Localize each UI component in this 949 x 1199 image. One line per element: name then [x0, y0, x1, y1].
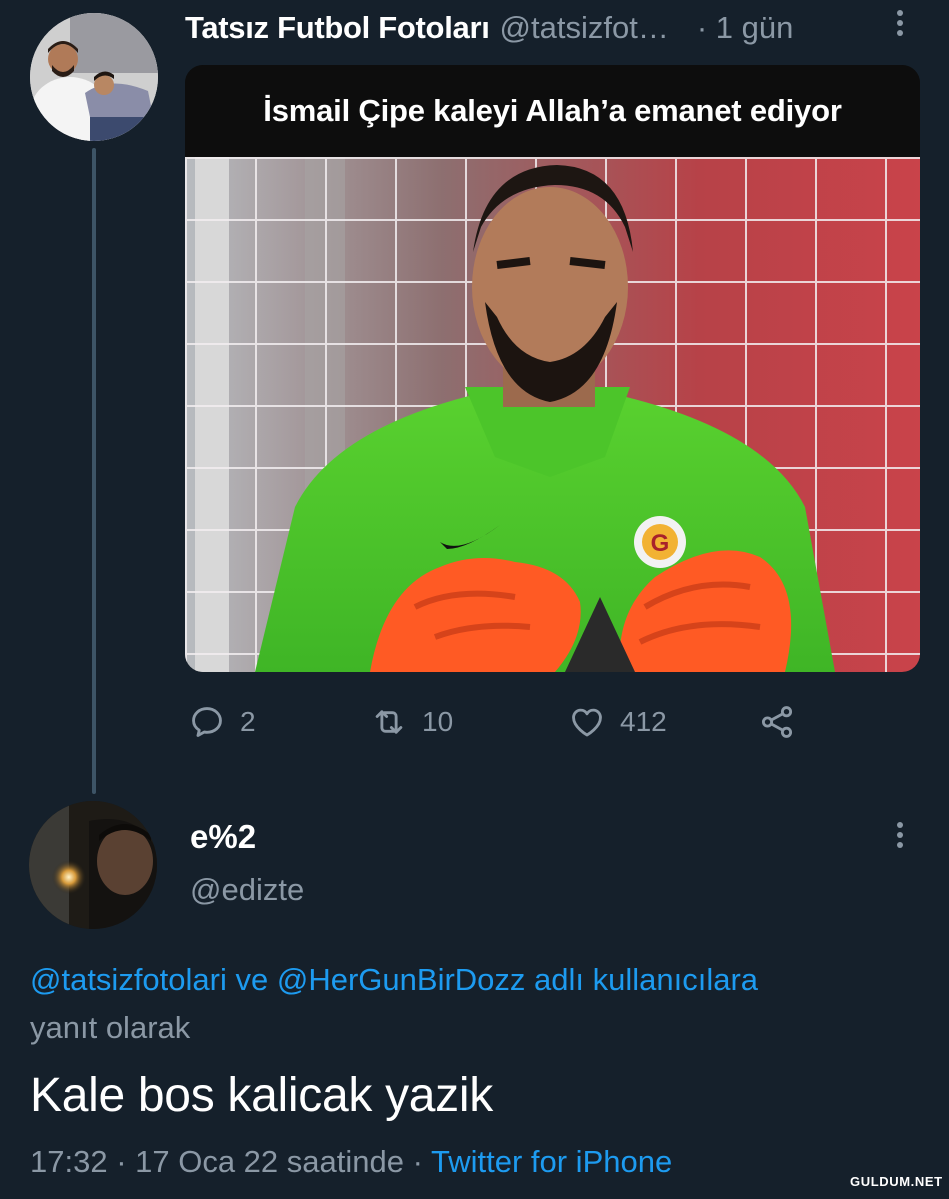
reply-count: 2: [240, 706, 256, 737]
reply-author-avatar[interactable]: [29, 801, 157, 929]
share-button[interactable]: [758, 700, 810, 744]
tweet-source[interactable]: Twitter for iPhone: [431, 1144, 672, 1179]
reply-icon: [192, 707, 222, 737]
avatar-photo: [30, 13, 158, 141]
author-handle[interactable]: @tatsizfot…: [500, 10, 669, 46]
reply-author-handle[interactable]: @edizte: [190, 872, 304, 908]
like-button[interactable]: 412: [568, 700, 667, 744]
image-caption: İsmail Çipe kaleyi Allah’a emanet ediyor: [185, 65, 920, 157]
svg-text:G: G: [651, 530, 670, 557]
reply-author-name[interactable]: e%2: [190, 818, 256, 856]
reply-to-label: yanıt olarak: [30, 1010, 191, 1045]
retweet-button[interactable]: 10: [370, 700, 453, 744]
retweet-count: 10: [422, 706, 454, 737]
reply-text: Kale bos kalicak yazik: [30, 1069, 493, 1122]
reply-to-suffix: adlı kullanıcılara: [534, 962, 759, 997]
reply-button[interactable]: 2: [188, 700, 256, 744]
retweet-icon: [375, 710, 403, 734]
site-watermark: GULDUM.NET: [850, 1174, 943, 1189]
more-vertical-icon[interactable]: [892, 822, 908, 852]
heart-icon: [572, 708, 602, 737]
reply-to-connector: ve: [235, 962, 269, 997]
share-icon: [761, 706, 793, 738]
replying-to: @tatsizfotolari ve @HerGunBirDozz adlı k…: [30, 956, 910, 1052]
more-vertical-icon[interactable]: [892, 10, 908, 40]
tweet-image[interactable]: İsmail Çipe kaleyi Allah’a emanet ediyor: [185, 65, 920, 672]
mention-hergunbirdozz[interactable]: @HerGunBirDozz: [277, 962, 526, 997]
tweet-timestamp[interactable]: 17:32 · 17 Oca 22 saatinde ·: [30, 1144, 423, 1179]
tweet-meta: 17:32 · 17 Oca 22 saatinde · Twitter for…: [30, 1144, 672, 1180]
goalkeeper-photo: G: [185, 157, 920, 672]
tweet-header: Tatsız Futbol Fotoları @tatsizfot… · 1 g…: [185, 8, 793, 48]
tweet-time[interactable]: · 1 gün: [697, 10, 794, 46]
author-avatar[interactable]: [30, 13, 158, 141]
like-count: 412: [620, 706, 667, 737]
mention-tatsizfotolari[interactable]: @tatsizfotolari: [30, 962, 227, 997]
avatar-photo: [29, 801, 157, 929]
author-name[interactable]: Tatsız Futbol Fotoları: [185, 10, 490, 46]
thread-connector: [92, 148, 96, 794]
